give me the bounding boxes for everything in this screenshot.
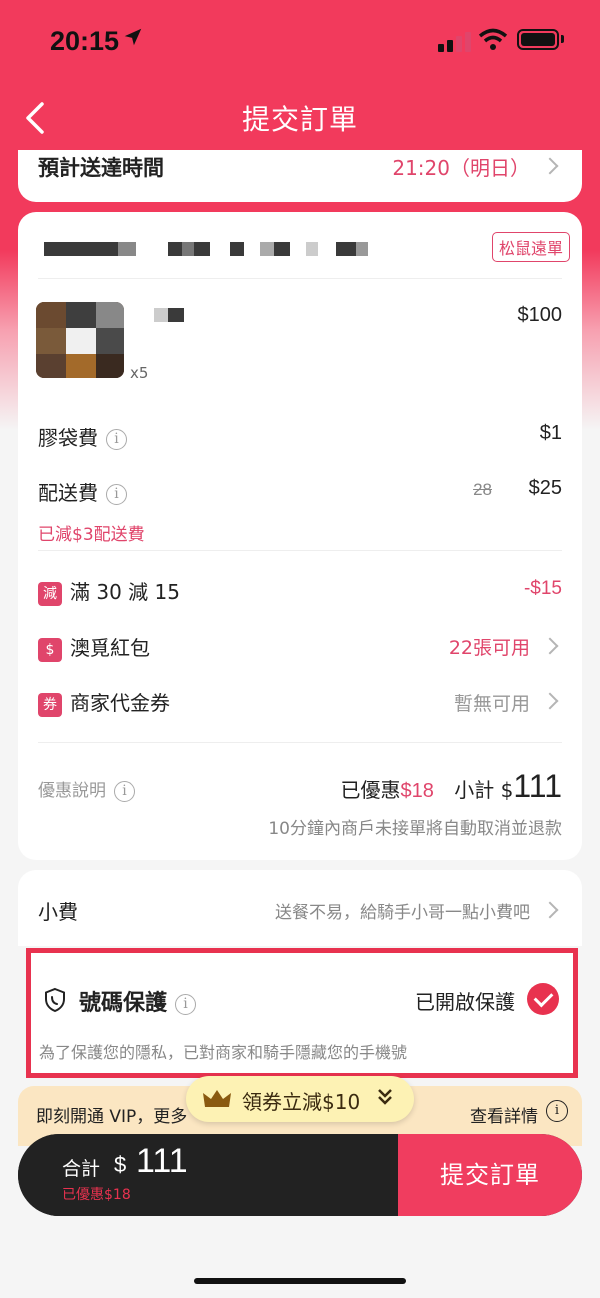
protection-title: 號碼保護 i [79, 985, 197, 1017]
divider [38, 742, 562, 743]
auto-cancel-note: 10分鐘內商戶未接單將自動取消並退款 [268, 819, 562, 839]
item-price: $100 [517, 304, 563, 326]
vip-promo-text: 即刻開通 VIP，更多 [36, 1107, 188, 1127]
item-image [36, 302, 124, 378]
voucher-badge-icon: 券 [38, 692, 62, 717]
total-amount: 111 [136, 1142, 188, 1180]
vip-detail-link[interactable]: 查看詳情 [470, 1102, 538, 1127]
total-label: 合計 [62, 1158, 101, 1180]
chevron-right-icon [541, 901, 559, 919]
tip-label: 小費 [38, 900, 78, 924]
item-quantity: x5 [130, 364, 149, 382]
page-title: 提交訂單 [241, 103, 358, 136]
coupon-text: 領券立減$10 [242, 1090, 361, 1114]
subtotal-value: 111 [513, 768, 562, 804]
chevron-right-icon [541, 157, 559, 175]
info-icon[interactable]: i [106, 429, 127, 450]
info-icon[interactable]: i [106, 484, 127, 505]
promo-merchant-voucher[interactable]: 券商家代金券 [38, 687, 170, 717]
discount-info-label[interactable]: 優惠說明 i [38, 776, 135, 802]
protection-status: 已開啟保護 [415, 990, 515, 1014]
info-icon[interactable]: i [546, 1100, 568, 1122]
chevron-right-icon [541, 692, 559, 710]
eta-value: 21:20（明日） [392, 156, 530, 180]
order-card: 松鼠遠單 x5 $100 膠袋費 i $1 配送費 i 28 $25 已減$3配送費… [18, 212, 582, 860]
tip-card[interactable]: 小費 送餐不易，給騎手小哥一點小費吧 [18, 870, 582, 946]
location-arrow-icon [124, 28, 142, 46]
shield-phone-icon [45, 987, 65, 1013]
store-tag: 松鼠遠單 [491, 232, 570, 262]
tip-hint: 送餐不易，給騎手小哥一點小費吧 [275, 903, 530, 923]
eta-label: 預計送達時間 [38, 156, 164, 180]
total-area: 合計 $ 111 已優惠$18 [18, 1134, 398, 1216]
promo-red-packet[interactable]: $ 澳覓紅包 [38, 632, 150, 662]
order-summary: 已優惠$18 小計 $111 [340, 768, 562, 804]
total-saved-note: 已優惠$18 [62, 1187, 131, 1203]
store-name-redacted [44, 242, 374, 258]
info-icon[interactable]: i [175, 993, 197, 1015]
status-time: 20:15 [50, 26, 120, 56]
battery-icon [517, 29, 559, 50]
signal-icon [438, 30, 472, 52]
item-name-redacted [154, 308, 184, 322]
submit-order-button[interactable]: 提交訂單 [398, 1134, 582, 1216]
check-icon[interactable] [527, 983, 559, 1015]
divider [38, 550, 562, 551]
protection-description: 為了保護您的隱私，已對商家和騎手隱藏您的手機號 [39, 1043, 408, 1062]
reduction-badge-icon: 減 [38, 581, 62, 606]
crown-icon [203, 1090, 231, 1107]
coupon-pill[interactable]: 領券立減$10 [186, 1076, 414, 1122]
total-currency: $ [114, 1152, 127, 1177]
delivery-fee-label: 配送費 i [38, 477, 127, 506]
divider [38, 278, 562, 279]
chevron-right-icon [541, 637, 559, 655]
dollar-badge-icon: $ [38, 637, 62, 662]
bag-fee-label: 膠袋費 i [38, 422, 127, 451]
info-icon[interactable]: i [114, 780, 135, 802]
delivery-fee-value: $25 [528, 477, 562, 499]
eta-card[interactable]: 預計送達時間 21:20（明日） [18, 150, 582, 202]
bag-fee-value: $1 [539, 422, 562, 444]
status-bar: 20:15 [0, 0, 600, 80]
number-protection-card[interactable]: 號碼保護 i 已開啟保護 為了保護您的隱私，已對商家和騎手隱藏您的手機號 [26, 948, 578, 1078]
promo-reduction-value: -$15 [523, 578, 562, 599]
promo-full-reduction: 減滿 30 減 15 [38, 576, 180, 606]
home-indicator[interactable] [194, 1278, 406, 1284]
checkout-bar: 合計 $ 111 已優惠$18 提交訂單 [18, 1134, 582, 1216]
merchant-voucher-value[interactable]: 暫無可用 [454, 689, 530, 716]
wifi-icon [478, 28, 508, 50]
double-chevron-down-icon [378, 1089, 392, 1105]
red-packet-value[interactable]: 22張可用 [449, 633, 530, 660]
delivery-fee-original: 28 [473, 480, 492, 499]
delivery-saved-note: 已減$3配送費 [38, 525, 145, 545]
